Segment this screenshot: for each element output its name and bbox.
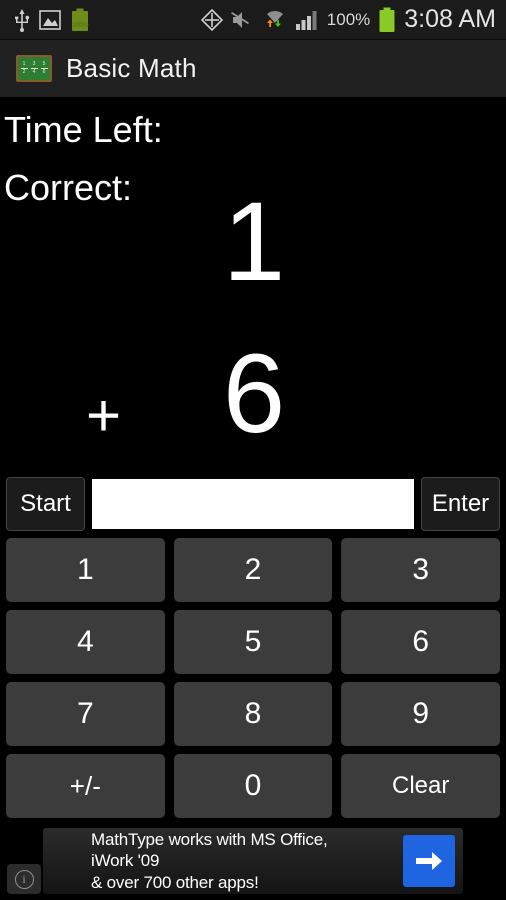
key-9[interactable]: 9 — [341, 682, 500, 746]
volume-muted-icon — [230, 11, 249, 28]
ad-arrow-button[interactable] — [403, 835, 455, 887]
numeric-keypad: 1 2 3 4 5 6 7 8 9 +/- 0 Clear — [0, 538, 506, 818]
key-5[interactable]: 5 — [173, 610, 333, 674]
gps-icon — [200, 8, 223, 31]
clear-button[interactable]: Clear — [341, 754, 500, 818]
signal-bars-icon — [295, 10, 317, 30]
status-bar-right-icons: 100% 3:08 AM — [200, 5, 506, 34]
wifi-transfer-icon — [266, 10, 283, 27]
arrow-right-icon — [416, 852, 442, 870]
answer-input[interactable] — [92, 479, 414, 529]
key-4[interactable]: 4 — [6, 610, 165, 674]
ad-text: MathType works with MS Office, iWork '09… — [91, 829, 361, 893]
chalkboard-icon: 12 34 56 — [16, 55, 52, 82]
status-bar: 100% 100% 3:08 AM — [0, 0, 506, 40]
control-row: Start Enter — [0, 473, 506, 535]
operand-top: 1 — [222, 179, 285, 304]
key-plus-minus[interactable]: +/- — [6, 754, 165, 818]
key-3[interactable]: 3 — [341, 538, 500, 602]
battery-percent-label: 100% — [326, 9, 371, 29]
ad-banner[interactable]: i MathType works with MS Office, iWork '… — [0, 822, 506, 900]
app-root: 100% 100% 3:08 AM 1 2 3 4 5 6 Basic Math… — [0, 0, 506, 900]
clock-label: 3:08 AM — [404, 5, 496, 33]
app-title: Basic Math — [66, 53, 197, 83]
key-6[interactable]: 6 — [341, 610, 500, 674]
math-problem: 1 + 6 — [0, 98, 506, 470]
operand-bottom: 6 — [222, 331, 285, 456]
key-0[interactable]: 0 — [173, 754, 333, 818]
battery-inline-label: 100% — [72, 21, 88, 29]
key-7[interactable]: 7 — [6, 682, 165, 746]
ad-text-line1: MathType works with MS Office, iWork '09 — [91, 830, 328, 871]
ad-text-line2: & over 700 other apps! — [91, 872, 259, 892]
battery-charging-icon: 100% — [70, 8, 90, 32]
usb-icon — [15, 8, 30, 32]
start-button[interactable]: Start — [6, 477, 85, 531]
ad-inner[interactable]: i MathType works with MS Office, iWork '… — [7, 828, 463, 894]
enter-button[interactable]: Enter — [421, 477, 500, 531]
action-bar: 12 34 56 Basic Math — [0, 40, 506, 98]
main-content: Time Left: Correct: 1 + 6 Start Enter 1 … — [0, 98, 506, 900]
battery-icon — [379, 7, 395, 32]
image-icon — [39, 9, 61, 30]
key-2[interactable]: 2 — [173, 538, 333, 602]
key-1[interactable]: 1 — [6, 538, 165, 602]
status-bar-left-icons: 100% — [0, 8, 90, 32]
key-8[interactable]: 8 — [173, 682, 333, 746]
info-icon[interactable]: i — [7, 864, 41, 894]
